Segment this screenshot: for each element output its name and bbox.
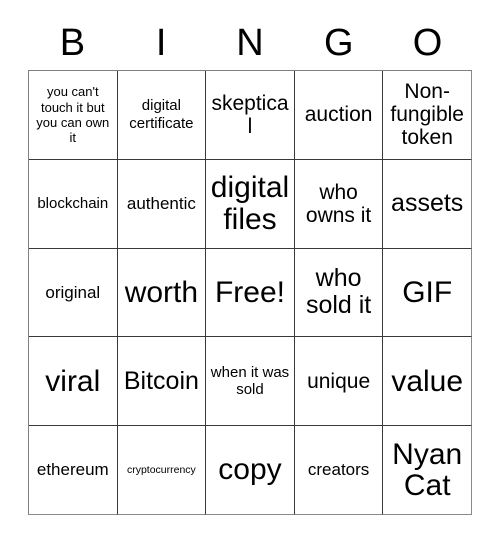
bingo-cell-label: digital files — [210, 171, 290, 236]
bingo-cell-label: value — [391, 364, 464, 398]
bingo-cell[interactable]: skeptical — [206, 71, 295, 160]
bingo-cell[interactable]: digital certificate — [117, 71, 207, 160]
bingo-cell-label: digital certificate — [129, 97, 194, 132]
bingo-cell-label: auction — [304, 103, 373, 127]
bingo-header-letter-i: I — [155, 22, 167, 64]
bingo-cell[interactable]: GIF — [383, 248, 472, 338]
bingo-cell[interactable]: you can't touch it but you can own it — [29, 71, 118, 160]
bingo-cell-label: when it was sold — [210, 363, 290, 399]
bingo-cell[interactable]: viral — [29, 337, 118, 427]
bingo-cell-label: cryptocurrency — [126, 464, 196, 477]
bingo-cell-label: who sold it — [305, 264, 372, 320]
bingo-cell-label: Non-fungible token — [390, 80, 464, 150]
bingo-cell[interactable]: ethereum — [29, 426, 118, 515]
bingo-cell[interactable]: unique — [294, 337, 384, 427]
bingo-cell-label: worth — [124, 275, 199, 309]
bingo-grid: you can't touch it but you can own it dig… — [28, 70, 472, 515]
bingo-cell-label: GIF — [402, 275, 453, 309]
bingo-header-letter-g: G — [324, 22, 354, 64]
bingo-cell[interactable]: value — [383, 337, 472, 427]
bingo-cell[interactable]: blockchain — [29, 159, 118, 249]
bingo-cell-label: creators — [307, 460, 370, 480]
bingo-header-letter-n: N — [236, 22, 264, 64]
bingo-cell-label: who owns it — [305, 180, 372, 227]
bingo-cell[interactable]: authentic — [117, 159, 207, 249]
bingo-cell-label: Nyan Cat — [392, 437, 463, 503]
bingo-cell[interactable]: original — [29, 248, 118, 338]
bingo-cell[interactable]: Non-fungible token — [383, 71, 472, 160]
bingo-cell-label: authentic — [126, 194, 196, 213]
bingo-cell[interactable]: assets — [383, 159, 472, 249]
bingo-cell[interactable]: Bitcoin — [117, 337, 207, 427]
bingo-cell[interactable]: who sold it — [294, 248, 384, 338]
bingo-cell-label: Free! — [214, 275, 285, 309]
bingo-cell-label: copy — [218, 453, 282, 487]
bingo-cell[interactable]: when it was sold — [206, 337, 295, 427]
bingo-cell[interactable]: creators — [294, 426, 384, 515]
bingo-cell-label: skeptical — [211, 91, 289, 138]
bingo-cell[interactable]: who owns it — [294, 159, 384, 249]
bingo-cell[interactable]: worth — [117, 248, 207, 338]
bingo-card: B I N G O you can't touch it but you can… — [0, 0, 500, 544]
bingo-cell[interactable]: copy — [206, 426, 295, 515]
bingo-header: B I N G O — [28, 16, 472, 70]
bingo-cell[interactable]: Free! — [206, 248, 295, 338]
bingo-cell-label: assets — [391, 189, 464, 218]
bingo-cell-label: ethereum — [36, 460, 109, 480]
bingo-cell-label: Bitcoin — [123, 366, 199, 395]
bingo-cell[interactable]: auction — [294, 71, 384, 160]
bingo-cell-label: unique — [307, 369, 371, 393]
bingo-cell-label: original — [45, 282, 101, 302]
bingo-cell[interactable]: cryptocurrency — [117, 426, 207, 515]
bingo-cell-label: viral — [45, 364, 101, 398]
bingo-cell[interactable]: digital files — [206, 159, 295, 249]
bingo-header-letter-o: O — [412, 22, 443, 64]
bingo-cell-label: you can't touch it but you can own it — [36, 84, 110, 146]
bingo-header-letter-b: B — [59, 22, 86, 64]
bingo-cell[interactable]: Nyan Cat — [383, 426, 472, 515]
bingo-cell-label: blockchain — [37, 194, 109, 212]
